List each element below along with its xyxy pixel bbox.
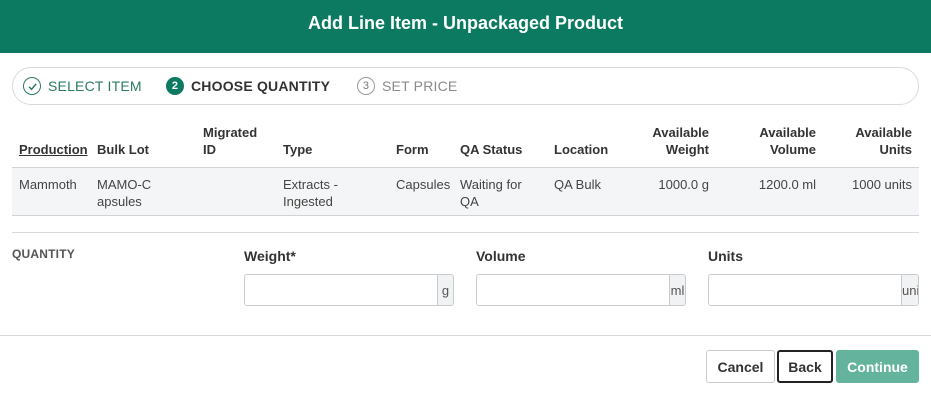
step-set-price[interactable]: 3 SET PRICE <box>357 68 457 104</box>
cell-qa-status: Waiting for QA <box>460 177 522 209</box>
cell-form: Capsules <box>396 177 451 192</box>
cell-available-units: 1000 units <box>852 177 912 192</box>
column-header-migrated-id: Migrated ID <box>203 125 258 157</box>
weight-input-group: g <box>244 274 454 306</box>
cell-available-volume: 1200.0 ml <box>758 177 816 192</box>
progress-stepper: SELECT ITEM 2 CHOOSE QUANTITY 3 SET PRIC… <box>12 67 919 105</box>
units-input[interactable] <box>709 275 901 305</box>
back-button[interactable]: Back <box>777 350 833 383</box>
step-select-item[interactable]: SELECT ITEM <box>23 68 142 104</box>
modal-title: Add Line Item - Unpackaged Product <box>307 13 624 33</box>
bulk-lot-table: Production Bulk Lot Migrated ID Type For… <box>12 120 919 216</box>
cancel-button[interactable]: Cancel <box>706 350 775 383</box>
section-divider <box>12 232 919 233</box>
step-label: CHOOSE QUANTITY <box>191 78 331 94</box>
column-header-form: Form <box>396 142 429 157</box>
column-header-location: Location <box>554 142 609 157</box>
table-row[interactable]: Mammoth MAMO-Capsules Extracts - Ingeste… <box>12 168 919 216</box>
step-label: SELECT ITEM <box>48 78 142 94</box>
step-choose-quantity[interactable]: 2 CHOOSE QUANTITY <box>166 68 330 104</box>
volume-unit-addon: ml <box>669 275 685 305</box>
column-header-type: Type <box>283 142 313 157</box>
weight-input[interactable] <box>245 275 437 305</box>
column-header-available-volume: Available Volume <box>759 125 816 157</box>
cell-available-weight: 1000.0 g <box>658 177 709 192</box>
volume-label: Volume <box>476 248 526 264</box>
step-label: SET PRICE <box>382 78 458 94</box>
footer-divider <box>0 335 931 336</box>
weight-label: Weight* <box>244 248 296 264</box>
quantity-section-label: QUANTITY <box>12 247 75 261</box>
column-header-bulk-lot: Bulk Lot <box>97 142 149 157</box>
weight-unit-addon: g <box>437 275 453 305</box>
check-circle-icon <box>23 77 41 95</box>
cell-production: Mammoth <box>19 177 77 192</box>
step-number: 3 <box>357 77 375 95</box>
units-input-group: units <box>708 274 919 306</box>
table-header: Production Bulk Lot Migrated ID Type For… <box>12 120 919 168</box>
modal-header: Add Line Item - Unpackaged Product <box>0 0 931 53</box>
column-header-available-weight: Available Weight <box>652 125 709 157</box>
cell-type: Extracts - Ingested <box>283 177 338 209</box>
continue-button[interactable]: Continue <box>836 350 919 383</box>
column-header-available-units: Available Units <box>855 125 912 157</box>
units-unit-addon: units <box>901 275 918 305</box>
column-header-production[interactable]: Production <box>19 120 99 167</box>
units-label: Units <box>708 248 743 264</box>
cell-location: QA Bulk <box>554 177 601 192</box>
cell-bulk-lot: MAMO-Capsules <box>97 177 152 209</box>
step-number: 2 <box>166 77 184 95</box>
column-header-qa-status: QA Status <box>460 142 523 157</box>
volume-input-group: ml <box>476 274 686 306</box>
volume-input[interactable] <box>477 275 669 305</box>
